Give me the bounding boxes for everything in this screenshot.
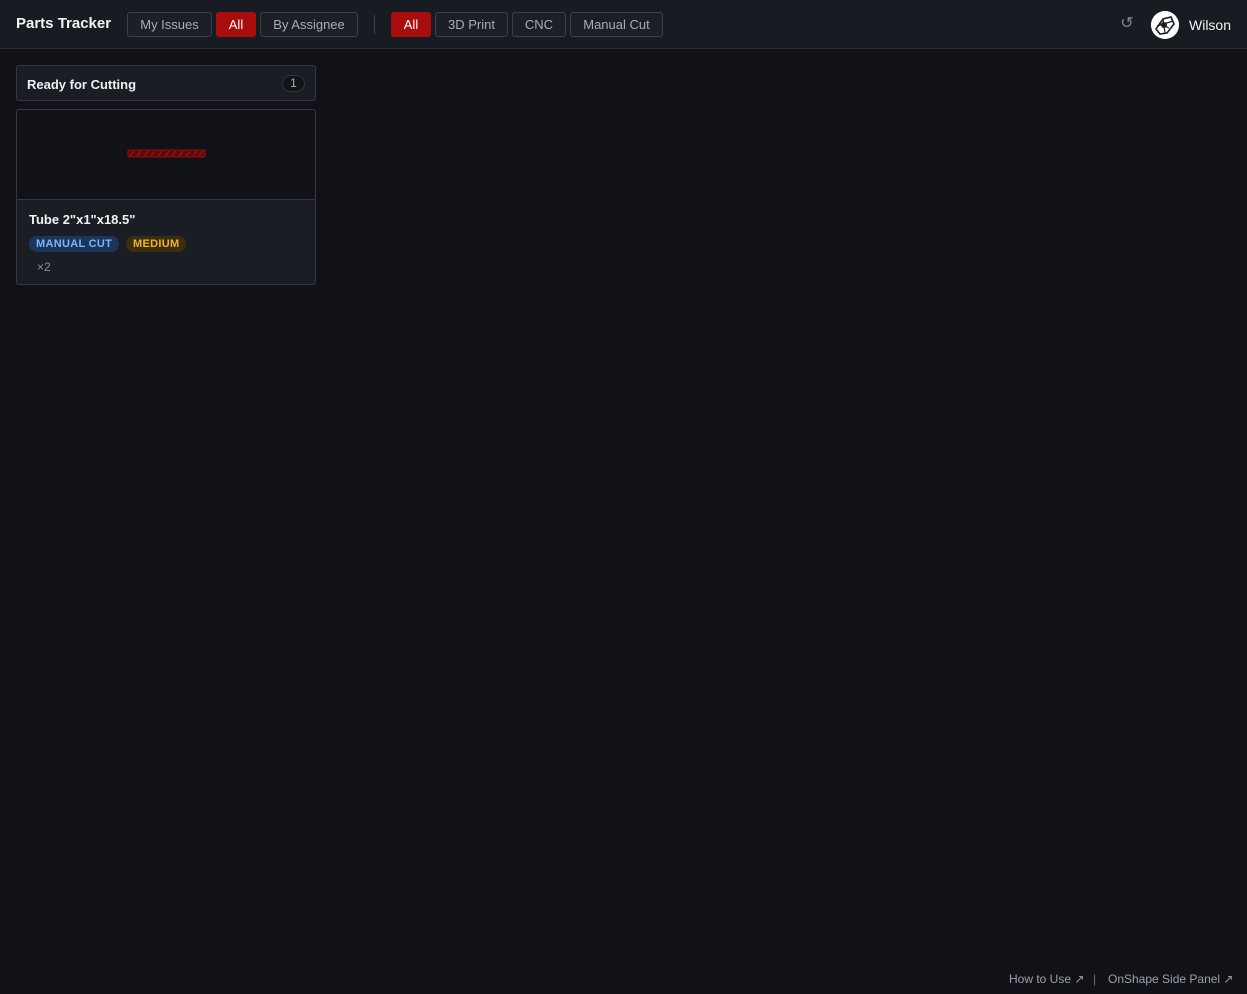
refresh-icon[interactable]: ↺ [1118,15,1136,33]
onshape-side-panel-link[interactable]: OnShape Side Panel ↗ [1108,972,1233,986]
column-header-ready-for-cutting: Ready for Cutting 1 [16,65,316,101]
type-all-button[interactable]: All [391,12,431,37]
filter-all-issues-button[interactable]: All [216,12,256,37]
top-bar: Parts Tracker My Issues All By Assignee … [0,0,1247,49]
priority-tag: MEDIUM [126,236,187,252]
filter-divider [374,15,375,34]
filter-by-assignee-button[interactable]: By Assignee [260,12,358,37]
app-title: Parts Tracker [16,15,112,32]
manufacturing-type-tag: MANUAL CUT [29,236,120,252]
type-cnc-button[interactable]: CNC [512,12,566,37]
user-avatar-icon [1151,11,1179,39]
footer-separator: | [1093,972,1097,986]
part-thumbnail [17,110,315,200]
column-count-badge: 1 [282,75,305,92]
how-to-use-link[interactable]: How to Use ↗ [1009,972,1084,986]
user-name: Wilson [1189,17,1232,33]
column-title: Ready for Cutting [27,77,137,92]
quantity-label: ×2 [37,260,51,274]
avatar[interactable] [1151,11,1179,39]
part-card[interactable]: Tube 2"x1"x18.5" MANUAL CUT MEDIUM ×2 [16,109,316,285]
type-3d-print-button[interactable]: 3D Print [435,12,508,37]
type-manual-cut-button[interactable]: Manual Cut [570,12,663,37]
filter-my-issues-button[interactable]: My Issues [127,12,212,37]
tube-part-icon [127,149,206,158]
part-title: Tube 2"x1"x18.5" [29,212,136,227]
